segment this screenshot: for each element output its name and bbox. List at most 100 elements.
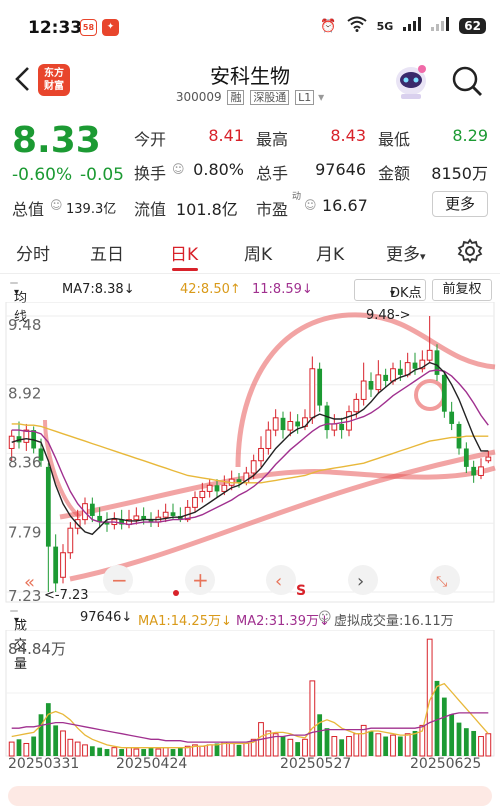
chart-grid bbox=[5, 302, 495, 603]
volume-bar bbox=[397, 736, 403, 756]
chart-controls: « − + ‹ S › ⤡ bbox=[24, 565, 460, 599]
pe-label: 市盈 bbox=[256, 200, 289, 219]
candle-body bbox=[133, 515, 140, 521]
gear-icon bbox=[457, 238, 483, 264]
status-right: ⏰ 5G 62 bbox=[320, 16, 486, 36]
volume-bar bbox=[287, 738, 294, 757]
mktcap-value: 139.3亿 bbox=[66, 202, 117, 217]
alarm-icon: ⏰ bbox=[320, 18, 337, 34]
volume-selector[interactable]: 成交量 ▾ bbox=[10, 610, 27, 672]
vol-ma1-value: MA1:14.25万↓ bbox=[138, 614, 232, 629]
plus-icon: + bbox=[192, 568, 209, 592]
tab-five-day[interactable]: 五日 bbox=[90, 240, 124, 265]
candle-body bbox=[272, 417, 279, 431]
next-button[interactable]: › bbox=[348, 565, 378, 595]
info-icon[interactable]: ☺ bbox=[172, 162, 185, 176]
volume-bar bbox=[434, 680, 440, 756]
volume-bar bbox=[449, 714, 455, 756]
candles bbox=[8, 316, 492, 592]
candle-body bbox=[67, 527, 74, 554]
candlestick-chart[interactable]: 9.488.928.367.797.23 9.48-> <-7.23 « − +… bbox=[0, 302, 500, 604]
vol-ma2-value: MA2:31.39万↓ bbox=[236, 614, 330, 629]
ma-selector[interactable]: 均线 ▾ bbox=[10, 282, 27, 325]
zoom-in-button[interactable]: + bbox=[185, 565, 215, 595]
candle-body bbox=[353, 398, 360, 413]
search-button[interactable] bbox=[450, 64, 484, 98]
prev-button[interactable]: ‹ bbox=[266, 565, 296, 595]
volume-bar bbox=[16, 739, 22, 756]
mktcap-label: 总值 bbox=[12, 200, 45, 219]
adjust-button[interactable]: 前复权 bbox=[432, 279, 492, 301]
candle-body bbox=[331, 423, 338, 431]
pe-value: 16.67 bbox=[322, 196, 368, 215]
volume-bar bbox=[243, 742, 250, 757]
candle-body bbox=[214, 485, 220, 492]
volume-bar bbox=[478, 736, 484, 757]
scroll-left-button[interactable]: « bbox=[24, 572, 35, 593]
high-label: 最高 bbox=[256, 130, 289, 149]
volume-bar bbox=[104, 749, 110, 756]
volume-value: 97646↓ bbox=[80, 610, 133, 625]
x-tick-label: 20250331 bbox=[8, 756, 79, 770]
volume-bar bbox=[353, 733, 360, 757]
volume-bar bbox=[31, 736, 37, 756]
info-icon[interactable]: ☺ bbox=[304, 198, 317, 212]
candle-body bbox=[206, 484, 213, 492]
candle-body bbox=[53, 546, 59, 584]
dk-point-button[interactable]: DK点 ▾ bbox=[354, 279, 426, 301]
tab-more[interactable]: 更多▾ bbox=[386, 240, 426, 265]
tag-connect: 深股通 bbox=[250, 90, 290, 105]
candle-body bbox=[478, 466, 484, 476]
candle-body bbox=[368, 381, 374, 390]
candle-body bbox=[471, 466, 477, 476]
candle-body bbox=[383, 374, 389, 382]
candle-body bbox=[45, 466, 51, 547]
tag-margin: 融 bbox=[227, 90, 245, 105]
volume-bar bbox=[74, 741, 81, 757]
candle-body bbox=[412, 362, 418, 369]
candle-body bbox=[192, 497, 198, 508]
candle-body bbox=[295, 421, 301, 427]
tab-intraday[interactable]: 分时 bbox=[16, 240, 50, 265]
volume-bar bbox=[148, 747, 154, 756]
info-icon[interactable]: ☺ bbox=[50, 198, 63, 212]
volume-bar bbox=[133, 748, 140, 757]
volume-bar bbox=[228, 742, 235, 757]
status-time: 12:33 bbox=[28, 18, 83, 38]
candle-body bbox=[199, 490, 206, 499]
volume-bar bbox=[97, 747, 103, 756]
candle-body bbox=[397, 368, 403, 375]
info-icon[interactable]: ☺ bbox=[318, 610, 332, 625]
volume-bar bbox=[177, 747, 183, 756]
tab-weekly-k[interactable]: 周K bbox=[244, 240, 272, 265]
chart-frame bbox=[5, 302, 495, 603]
volume-bar bbox=[412, 730, 418, 756]
tab-daily-k[interactable]: 日K bbox=[170, 240, 198, 265]
volume-bar bbox=[456, 722, 462, 756]
volume-bar bbox=[280, 736, 286, 756]
dropdown-icon[interactable]: ▾ bbox=[318, 90, 324, 104]
volume-value: 97646 bbox=[315, 160, 366, 179]
zoom-out-button[interactable]: − bbox=[103, 565, 133, 595]
fullscreen-button[interactable]: ⤡ bbox=[430, 565, 460, 595]
ma11-value: 11:8.59↓ bbox=[252, 282, 313, 297]
high-annotation: 9.48-> bbox=[366, 308, 411, 323]
tab-underline bbox=[172, 268, 198, 271]
chart-settings-button[interactable] bbox=[457, 238, 483, 264]
candle-body bbox=[89, 503, 95, 516]
bottom-banner[interactable] bbox=[8, 786, 492, 806]
more-quote-button[interactable]: 更多 bbox=[432, 191, 488, 217]
indicator-bar: 均线 ▾ MA7:8.38↓ 42:8.50↑ 11:8.59↓ DK点 ▾ 前复权 bbox=[0, 278, 500, 325]
low-annotation: <-7.23 bbox=[44, 588, 89, 603]
candle-body bbox=[60, 552, 66, 578]
x-tick-label: 20250424 bbox=[116, 756, 187, 770]
quote-panel: 8.33 -0.60% -0.05 今开 8.41 最高 8.43 最低 8.2… bbox=[0, 118, 500, 222]
ai-assistant-button[interactable] bbox=[392, 60, 430, 100]
volume-bar bbox=[236, 744, 242, 756]
volume-chart[interactable]: 84.84万 20250331 20250424 20250527 20250625 bbox=[0, 630, 500, 770]
volume-bar bbox=[126, 747, 132, 757]
tab-monthly-k[interactable]: 月K bbox=[316, 240, 344, 265]
volume-bar bbox=[89, 746, 95, 756]
candle-body bbox=[250, 460, 257, 474]
volume-bar bbox=[339, 739, 345, 756]
